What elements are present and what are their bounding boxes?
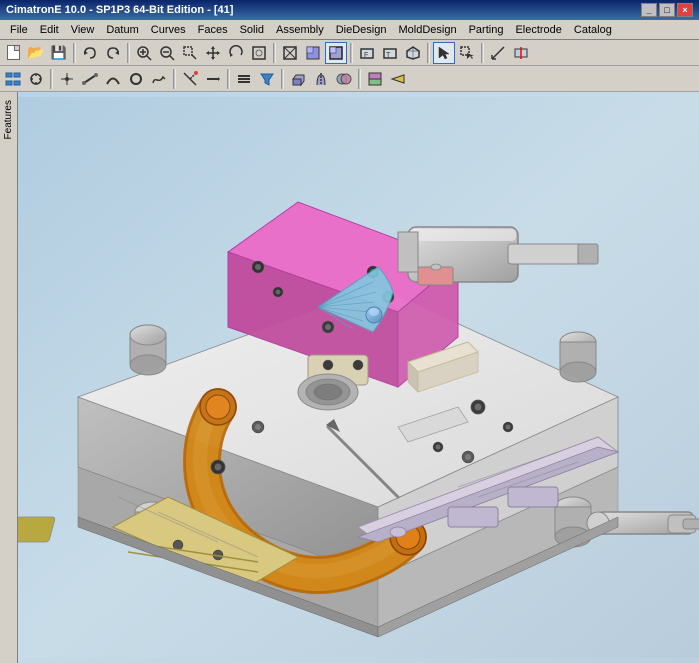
zoom-window-button[interactable] bbox=[179, 42, 201, 64]
toolbar2-sep-5 bbox=[358, 69, 361, 89]
viewport[interactable] bbox=[18, 92, 699, 663]
menu-assembly[interactable]: Assembly bbox=[270, 22, 330, 38]
toolbar-row-2 bbox=[0, 66, 699, 92]
spline-button[interactable] bbox=[148, 68, 170, 90]
menu-file[interactable]: File bbox=[4, 22, 34, 38]
toolbar-separator-3 bbox=[273, 43, 276, 63]
menu-edit[interactable]: Edit bbox=[34, 22, 65, 38]
layers-button[interactable] bbox=[233, 68, 255, 90]
zoom-out-button[interactable] bbox=[156, 42, 178, 64]
menu-molddesign[interactable]: MoldDesign bbox=[392, 22, 462, 38]
menu-faces[interactable]: Faces bbox=[192, 22, 234, 38]
select-button[interactable] bbox=[433, 42, 455, 64]
toolbar2-sep-4 bbox=[281, 69, 284, 89]
pan-button[interactable] bbox=[202, 42, 224, 64]
main-area: Features bbox=[0, 92, 699, 663]
menu-bar: File Edit View Datum Curves Faces Solid … bbox=[0, 20, 699, 40]
measure-button[interactable] bbox=[487, 42, 509, 64]
snap-button[interactable] bbox=[25, 68, 47, 90]
features-label[interactable]: Features bbox=[1, 96, 16, 143]
toolbar-row-1: 📂 💾 F T bbox=[0, 40, 699, 66]
scene-svg bbox=[18, 92, 699, 663]
feature-tree-button[interactable] bbox=[2, 68, 24, 90]
line-button[interactable] bbox=[79, 68, 101, 90]
filter-button[interactable] bbox=[256, 68, 278, 90]
shaded-edges-button[interactable] bbox=[325, 42, 347, 64]
parting-button[interactable] bbox=[387, 68, 409, 90]
menu-view[interactable]: View bbox=[65, 22, 101, 38]
revolve-button[interactable] bbox=[310, 68, 332, 90]
toolbar2-sep-2 bbox=[173, 69, 176, 89]
extrude-button[interactable] bbox=[287, 68, 309, 90]
circle-button[interactable] bbox=[125, 68, 147, 90]
toolbar2-sep-3 bbox=[227, 69, 230, 89]
fit-all-button[interactable] bbox=[248, 42, 270, 64]
title-text: CimatronE 10.0 - SP1P3 64-Bit Edition - … bbox=[6, 4, 233, 16]
minimize-button[interactable]: _ bbox=[641, 3, 657, 17]
top-view-button[interactable]: T bbox=[379, 42, 401, 64]
save-button[interactable]: 💾 bbox=[48, 42, 70, 64]
rotate-button[interactable] bbox=[225, 42, 247, 64]
maximize-button[interactable]: □ bbox=[659, 3, 675, 17]
section-button[interactable] bbox=[510, 42, 532, 64]
point-button[interactable] bbox=[56, 68, 78, 90]
title-bar: CimatronE 10.0 - SP1P3 64-Bit Edition - … bbox=[0, 0, 699, 20]
menu-curves[interactable]: Curves bbox=[145, 22, 192, 38]
trim-button[interactable] bbox=[179, 68, 201, 90]
undo-button[interactable] bbox=[79, 42, 101, 64]
arc-button[interactable] bbox=[102, 68, 124, 90]
select-box-button[interactable] bbox=[456, 42, 478, 64]
menu-catalog[interactable]: Catalog bbox=[568, 22, 618, 38]
menu-electrode[interactable]: Electrode bbox=[509, 22, 567, 38]
new-button[interactable] bbox=[2, 42, 24, 64]
toolbar-separator-2 bbox=[127, 43, 130, 63]
extend-button[interactable] bbox=[202, 68, 224, 90]
boolean-button[interactable] bbox=[333, 68, 355, 90]
toolbar-separator-5 bbox=[427, 43, 430, 63]
open-button[interactable]: 📂 bbox=[25, 42, 47, 64]
cad-scene bbox=[18, 92, 699, 663]
wireframe-button[interactable] bbox=[279, 42, 301, 64]
menu-solid[interactable]: Solid bbox=[234, 22, 270, 38]
title-bar-buttons: _ □ × bbox=[641, 3, 693, 17]
left-sidebar: Features bbox=[0, 92, 18, 663]
toolbar2-sep-1 bbox=[50, 69, 53, 89]
shaded-button[interactable] bbox=[302, 42, 324, 64]
toolbar-separator-6 bbox=[481, 43, 484, 63]
svg-text:T: T bbox=[386, 52, 391, 59]
svg-text:F: F bbox=[364, 52, 368, 59]
toolbar-separator-1 bbox=[73, 43, 76, 63]
zoom-in-button[interactable] bbox=[133, 42, 155, 64]
close-button[interactable]: × bbox=[677, 3, 693, 17]
iso-view-button[interactable] bbox=[402, 42, 424, 64]
front-view-button[interactable]: F bbox=[356, 42, 378, 64]
menu-diedesign[interactable]: DieDesign bbox=[330, 22, 393, 38]
toolbar-separator-4 bbox=[350, 43, 353, 63]
menu-parting[interactable]: Parting bbox=[463, 22, 510, 38]
mold-wizard-button[interactable] bbox=[364, 68, 386, 90]
redo-button[interactable] bbox=[102, 42, 124, 64]
menu-datum[interactable]: Datum bbox=[100, 22, 144, 38]
